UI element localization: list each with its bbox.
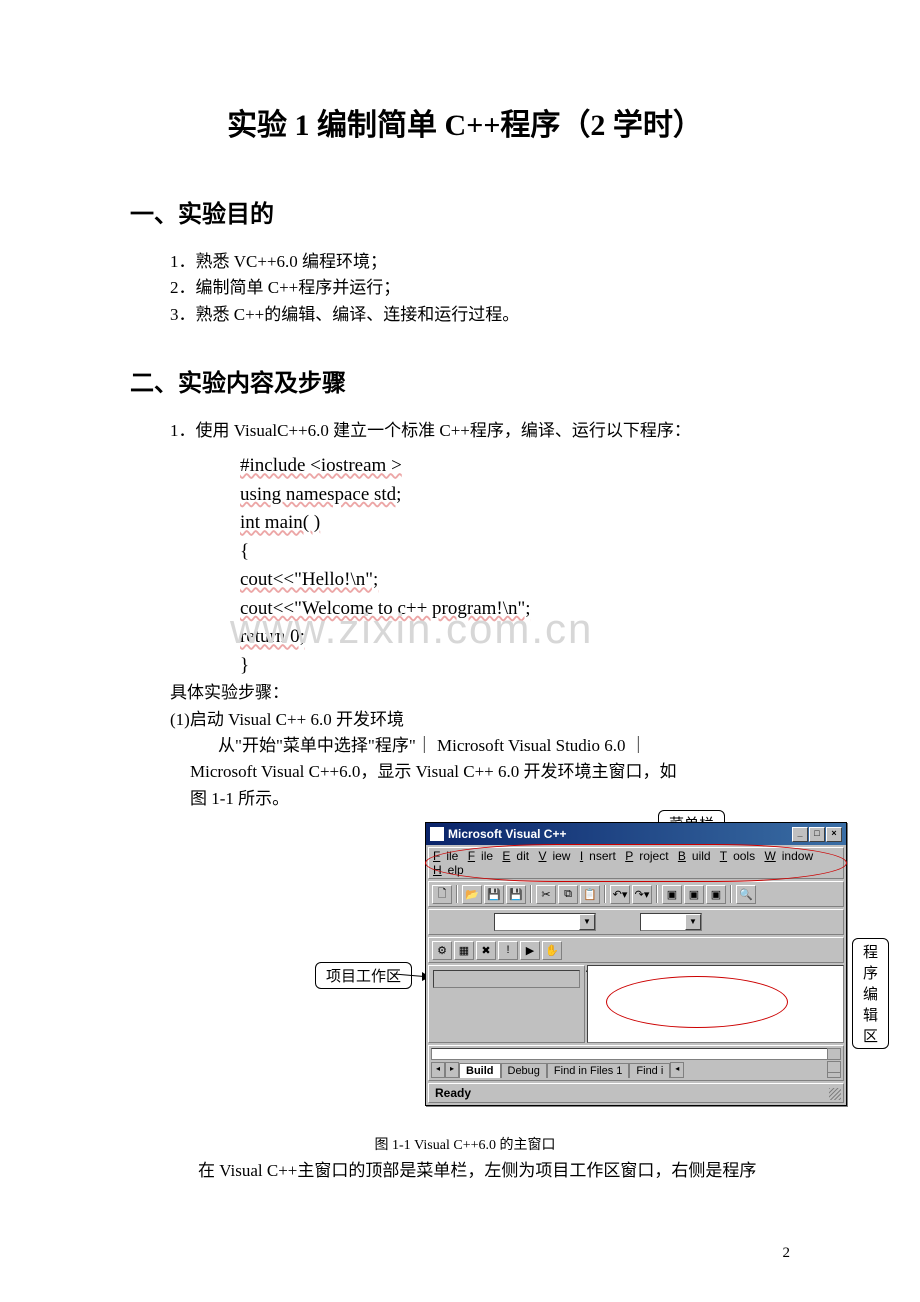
callout-editarea: 程序编辑区 xyxy=(852,938,889,1049)
tab-scroll-left-icon[interactable]: ◂ xyxy=(670,1062,684,1078)
figure-caption: 图 1-1 Visual C++6.0 的主窗口 xyxy=(130,1134,800,1154)
code-block: #include <iostream > using namespace std… xyxy=(240,452,800,680)
vc-menubar[interactable]: File File Edit View Insert Project Build… xyxy=(428,847,844,879)
close-button[interactable]: × xyxy=(826,827,842,842)
undo-icon[interactable]: ↶▾ xyxy=(610,885,630,904)
output-text xyxy=(431,1048,841,1060)
menu-item[interactable]: Window xyxy=(764,849,813,863)
step1-body: 从"开始"菜单中选择"程序"｜ Microsoft Visual Studio … xyxy=(130,733,800,812)
save-icon[interactable]: 💾 xyxy=(484,885,504,904)
copy-icon[interactable]: ⧉ xyxy=(558,885,578,904)
menu-item[interactable]: Help xyxy=(433,863,464,877)
list-item: 2．编制简单 C++程序并运行； xyxy=(170,275,800,301)
config-combo[interactable]: ▼ xyxy=(494,913,596,931)
steps-heading: 具体实验步骤： xyxy=(130,680,800,706)
output-tab-find2[interactable]: Find i xyxy=(629,1063,670,1078)
tab-nav-left-icon[interactable]: ◂ xyxy=(431,1062,445,1078)
open-icon[interactable]: 📂 xyxy=(462,885,482,904)
code-line: cout<<"Welcome to c++ program!\n"; xyxy=(240,595,800,624)
tab-nav-right-icon[interactable]: ▸ xyxy=(445,1062,459,1078)
status-bar: Ready xyxy=(428,1083,844,1103)
menu-item[interactable]: Edit xyxy=(502,849,529,863)
status-text: Ready xyxy=(435,1086,471,1100)
annotation-ellipse xyxy=(606,976,788,1028)
redo-icon[interactable]: ↷▾ xyxy=(632,885,652,904)
scroll-down-icon[interactable] xyxy=(827,1061,841,1073)
vc-window: Microsoft Visual C++ _ □ × File File Edi… xyxy=(425,822,847,1106)
save-all-icon[interactable]: 💾 xyxy=(506,885,526,904)
window-title: Microsoft Visual C++ xyxy=(448,827,566,841)
step1-title: (1)启动 Visual C++ 6.0 开发环境 xyxy=(130,707,800,733)
cut-icon[interactable]: ✂ xyxy=(536,885,556,904)
code-line: using namespace std; xyxy=(240,481,800,510)
menu-item[interactable]: View xyxy=(538,849,570,863)
stop-build-icon[interactable]: ✖ xyxy=(476,941,496,960)
workspace-panel[interactable]: ▴|× xyxy=(428,965,585,1043)
build-icon[interactable]: ▦ xyxy=(454,941,474,960)
minimize-button[interactable]: _ xyxy=(792,827,808,842)
chevron-down-icon[interactable]: ▼ xyxy=(685,914,701,930)
breakpoint-icon[interactable]: ✋ xyxy=(542,941,562,960)
section2-heading: 二、实验内容及步骤 xyxy=(130,363,800,398)
figure: 菜单栏 项目工作区 程序编辑区 Microsoft Visual C++ _ □… xyxy=(130,822,800,1122)
menu-item[interactable]: Project xyxy=(625,849,668,863)
maximize-button[interactable]: □ xyxy=(809,827,825,842)
page-title: 实验 1 编制简单 C++程序（2 学时） xyxy=(130,100,800,144)
find-icon[interactable]: 🔍 xyxy=(736,885,756,904)
chevron-down-icon[interactable]: ▼ xyxy=(579,914,595,930)
app-icon xyxy=(430,827,444,841)
after-figure-text: 在 Visual C++主窗口的顶部是菜单栏，左侧为项目工作区窗口，右侧是程序 xyxy=(130,1158,800,1184)
execute-icon[interactable]: ! xyxy=(498,941,518,960)
resize-grip-icon[interactable] xyxy=(829,1088,841,1100)
output-panel[interactable]: ◂ ▸ Build Debug Find in Files 1 Find i ◂… xyxy=(428,1045,844,1081)
section2-item1: 1．使用 VisualC++6.0 建立一个标准 C++程序，编译、运行以下程序… xyxy=(130,418,800,444)
output-tab-build[interactable]: Build xyxy=(459,1063,501,1078)
menu-item[interactable]: Tools xyxy=(720,849,755,863)
vc-toolbar-combo: ▼ ▼ xyxy=(428,909,844,935)
list-item: 1．熟悉 VC++6.0 编程环境； xyxy=(170,249,800,275)
window2-icon[interactable]: ▣ xyxy=(684,885,704,904)
paste-icon[interactable]: 📋 xyxy=(580,885,600,904)
code-line: cout<<"Hello!\n"; xyxy=(240,566,800,595)
page-number: 2 xyxy=(783,1245,791,1262)
vc-titlebar[interactable]: Microsoft Visual C++ _ □ × xyxy=(426,823,846,845)
page: 实验 1 编制简单 C++程序（2 学时） 一、实验目的 1．熟悉 VC++6.… xyxy=(0,0,920,1302)
vc-workarea: ▴|× xyxy=(428,965,844,1043)
code-line: { xyxy=(240,538,800,567)
code-line: return 0; xyxy=(240,623,800,652)
callout-workspace: 项目工作区 xyxy=(315,962,412,989)
menu-item[interactable]: File xyxy=(468,849,493,863)
vc-toolbar-main: 🗋 📂 💾 💾 ✂ ⧉ 📋 ↶▾ ↷▾ ▣ ▣ ▣ 🔍 xyxy=(428,881,844,907)
code-line: int main( ) xyxy=(240,509,800,538)
menu-item[interactable]: Build xyxy=(678,849,711,863)
active-combo[interactable]: ▼ xyxy=(640,913,702,931)
section1-heading: 一、实验目的 xyxy=(130,194,800,229)
output-tab-debug[interactable]: Debug xyxy=(501,1063,547,1078)
window3-icon[interactable]: ▣ xyxy=(706,885,726,904)
code-line: } xyxy=(240,652,800,681)
window1-icon[interactable]: ▣ xyxy=(662,885,682,904)
menu-item[interactable]: File xyxy=(433,849,458,863)
edit-area[interactable] xyxy=(587,965,844,1043)
new-icon[interactable]: 🗋 xyxy=(432,885,452,904)
menu-item[interactable]: Insert xyxy=(580,849,616,863)
vc-toolbar-build: ⚙ ▦ ✖ ! ▶ ✋ xyxy=(428,937,844,963)
go-icon[interactable]: ▶ xyxy=(520,941,540,960)
compile-icon[interactable]: ⚙ xyxy=(432,941,452,960)
section1-list: 1．熟悉 VC++6.0 编程环境； 2．编制简单 C++程序并运行； 3．熟悉… xyxy=(130,249,800,328)
scroll-up-icon[interactable] xyxy=(827,1048,841,1060)
list-item: 3．熟悉 C++的编辑、编译、连接和运行过程。 xyxy=(170,302,800,328)
code-line: #include <iostream > xyxy=(240,452,800,481)
output-tab-find1[interactable]: Find in Files 1 xyxy=(547,1063,629,1078)
